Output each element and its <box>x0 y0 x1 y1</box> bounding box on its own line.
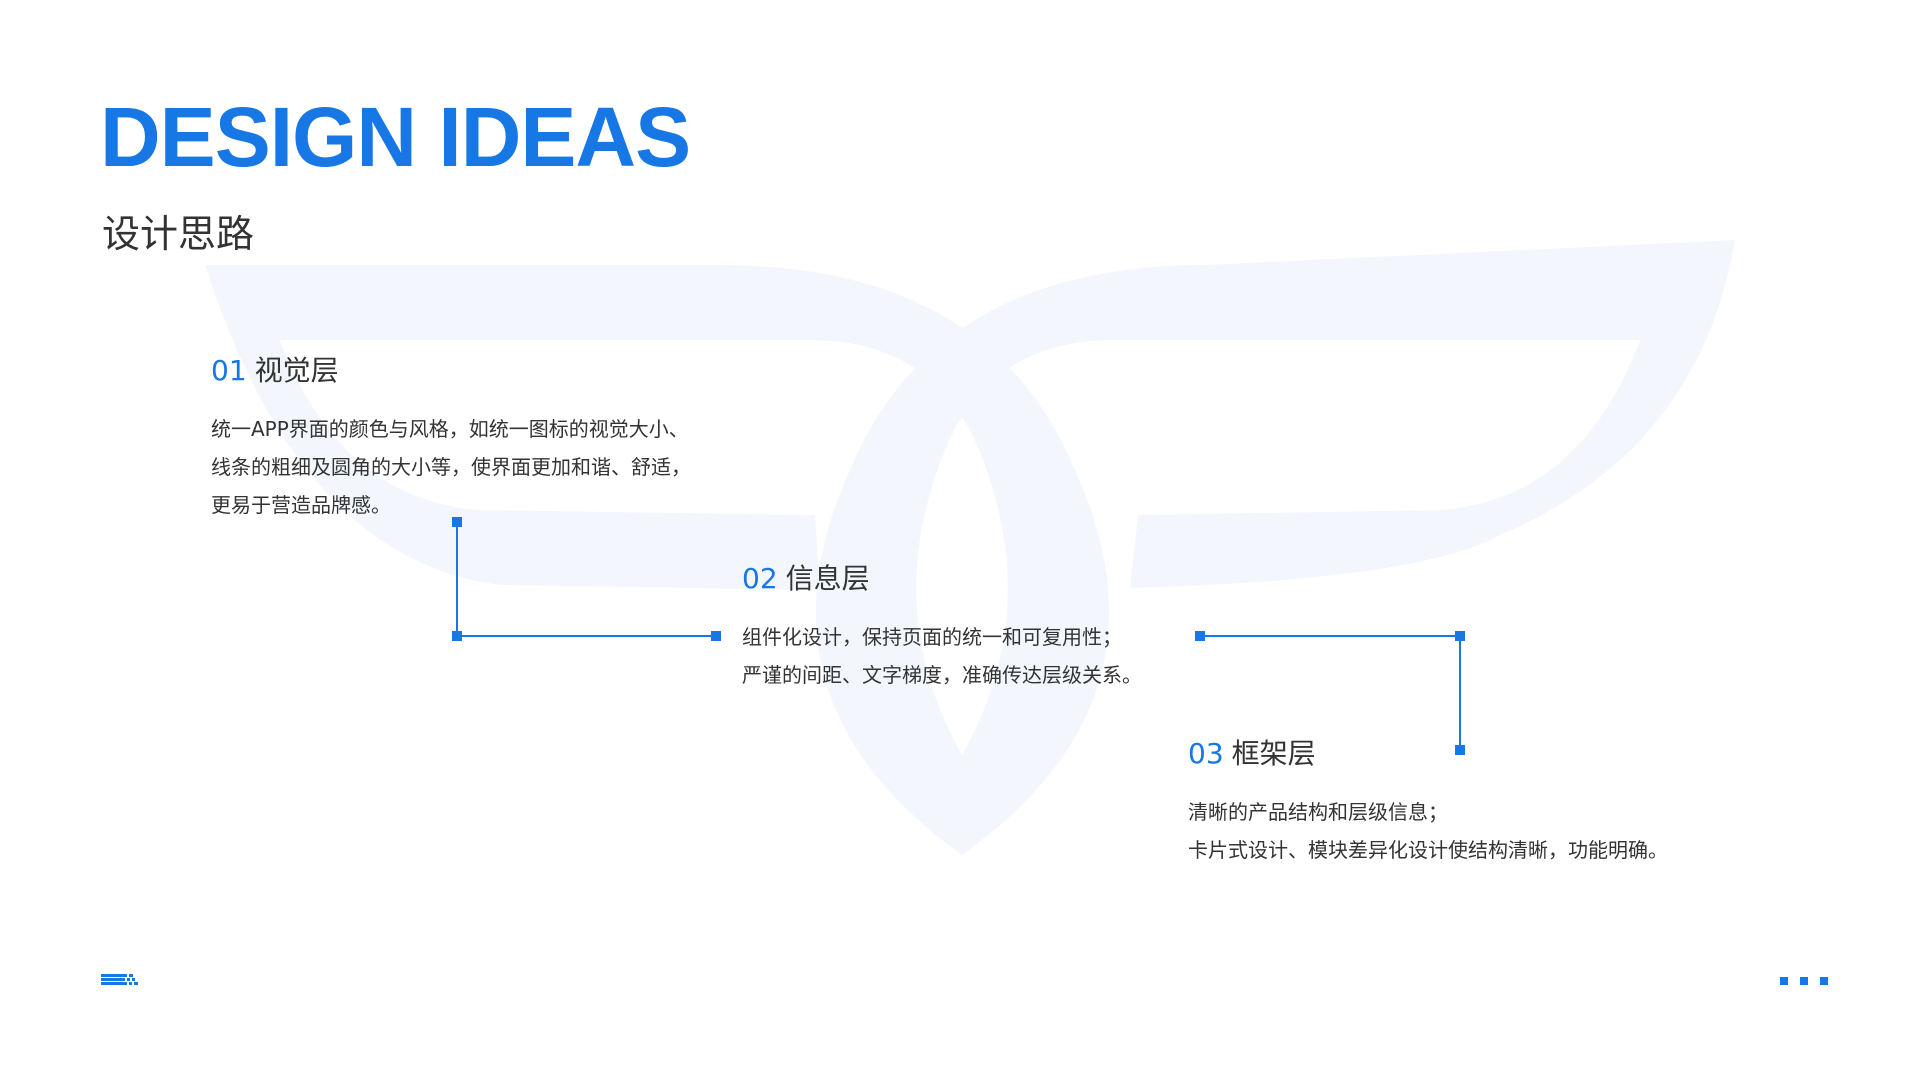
section-description: 组件化设计，保持页面的统一和可复用性； 严谨的间距、文字梯度，准确传达层级关系。 <box>742 618 1142 694</box>
section-description: 统一APP界面的颜色与风格，如统一图标的视觉大小、 线条的粗细及圆角的大小等，使… <box>211 410 691 524</box>
section-heading: 02 信息层 <box>742 562 1142 596</box>
description-line: 严谨的间距、文字梯度，准确传达层级关系。 <box>742 662 1142 687</box>
section-framework-layer: 03 框架层 清晰的产品结构和层级信息； 卡片式设计、模块差异化设计使结构清晰，功… <box>1188 737 1668 869</box>
dots-icon <box>1780 977 1830 985</box>
menu-lines-icon <box>101 974 143 986</box>
section-heading: 01 视觉层 <box>211 354 691 388</box>
section-number: 01 <box>211 354 247 387</box>
section-title: 视觉层 <box>254 354 339 387</box>
description-line: 线条的粗细及圆角的大小等，使界面更加和谐、舒适， <box>211 454 691 479</box>
page-subtitle: 设计思路 <box>102 212 255 256</box>
page-title: DESIGN IDEAS <box>100 90 691 184</box>
section-description: 清晰的产品结构和层级信息； 卡片式设计、模块差异化设计使结构清晰，功能明确。 <box>1188 793 1668 869</box>
description-line: 组件化设计，保持页面的统一和可复用性； <box>742 624 1122 649</box>
description-line: 更易于营造品牌感。 <box>211 492 391 517</box>
section-number: 03 <box>1188 737 1224 770</box>
section-title: 信息层 <box>785 562 870 595</box>
section-number: 02 <box>742 562 778 595</box>
connector-1-2 <box>452 517 721 641</box>
section-title: 框架层 <box>1231 737 1316 770</box>
section-visual-layer: 01 视觉层 统一APP界面的颜色与风格，如统一图标的视觉大小、 线条的粗细及圆角… <box>211 354 691 524</box>
section-information-layer: 02 信息层 组件化设计，保持页面的统一和可复用性； 严谨的间距、文字梯度，准确传… <box>742 562 1142 694</box>
description-line: 卡片式设计、模块差异化设计使结构清晰，功能明确。 <box>1188 837 1668 862</box>
description-line: 清晰的产品结构和层级信息； <box>1188 799 1448 824</box>
description-line: 统一APP界面的颜色与风格，如统一图标的视觉大小、 <box>211 416 689 441</box>
section-heading: 03 框架层 <box>1188 737 1668 771</box>
